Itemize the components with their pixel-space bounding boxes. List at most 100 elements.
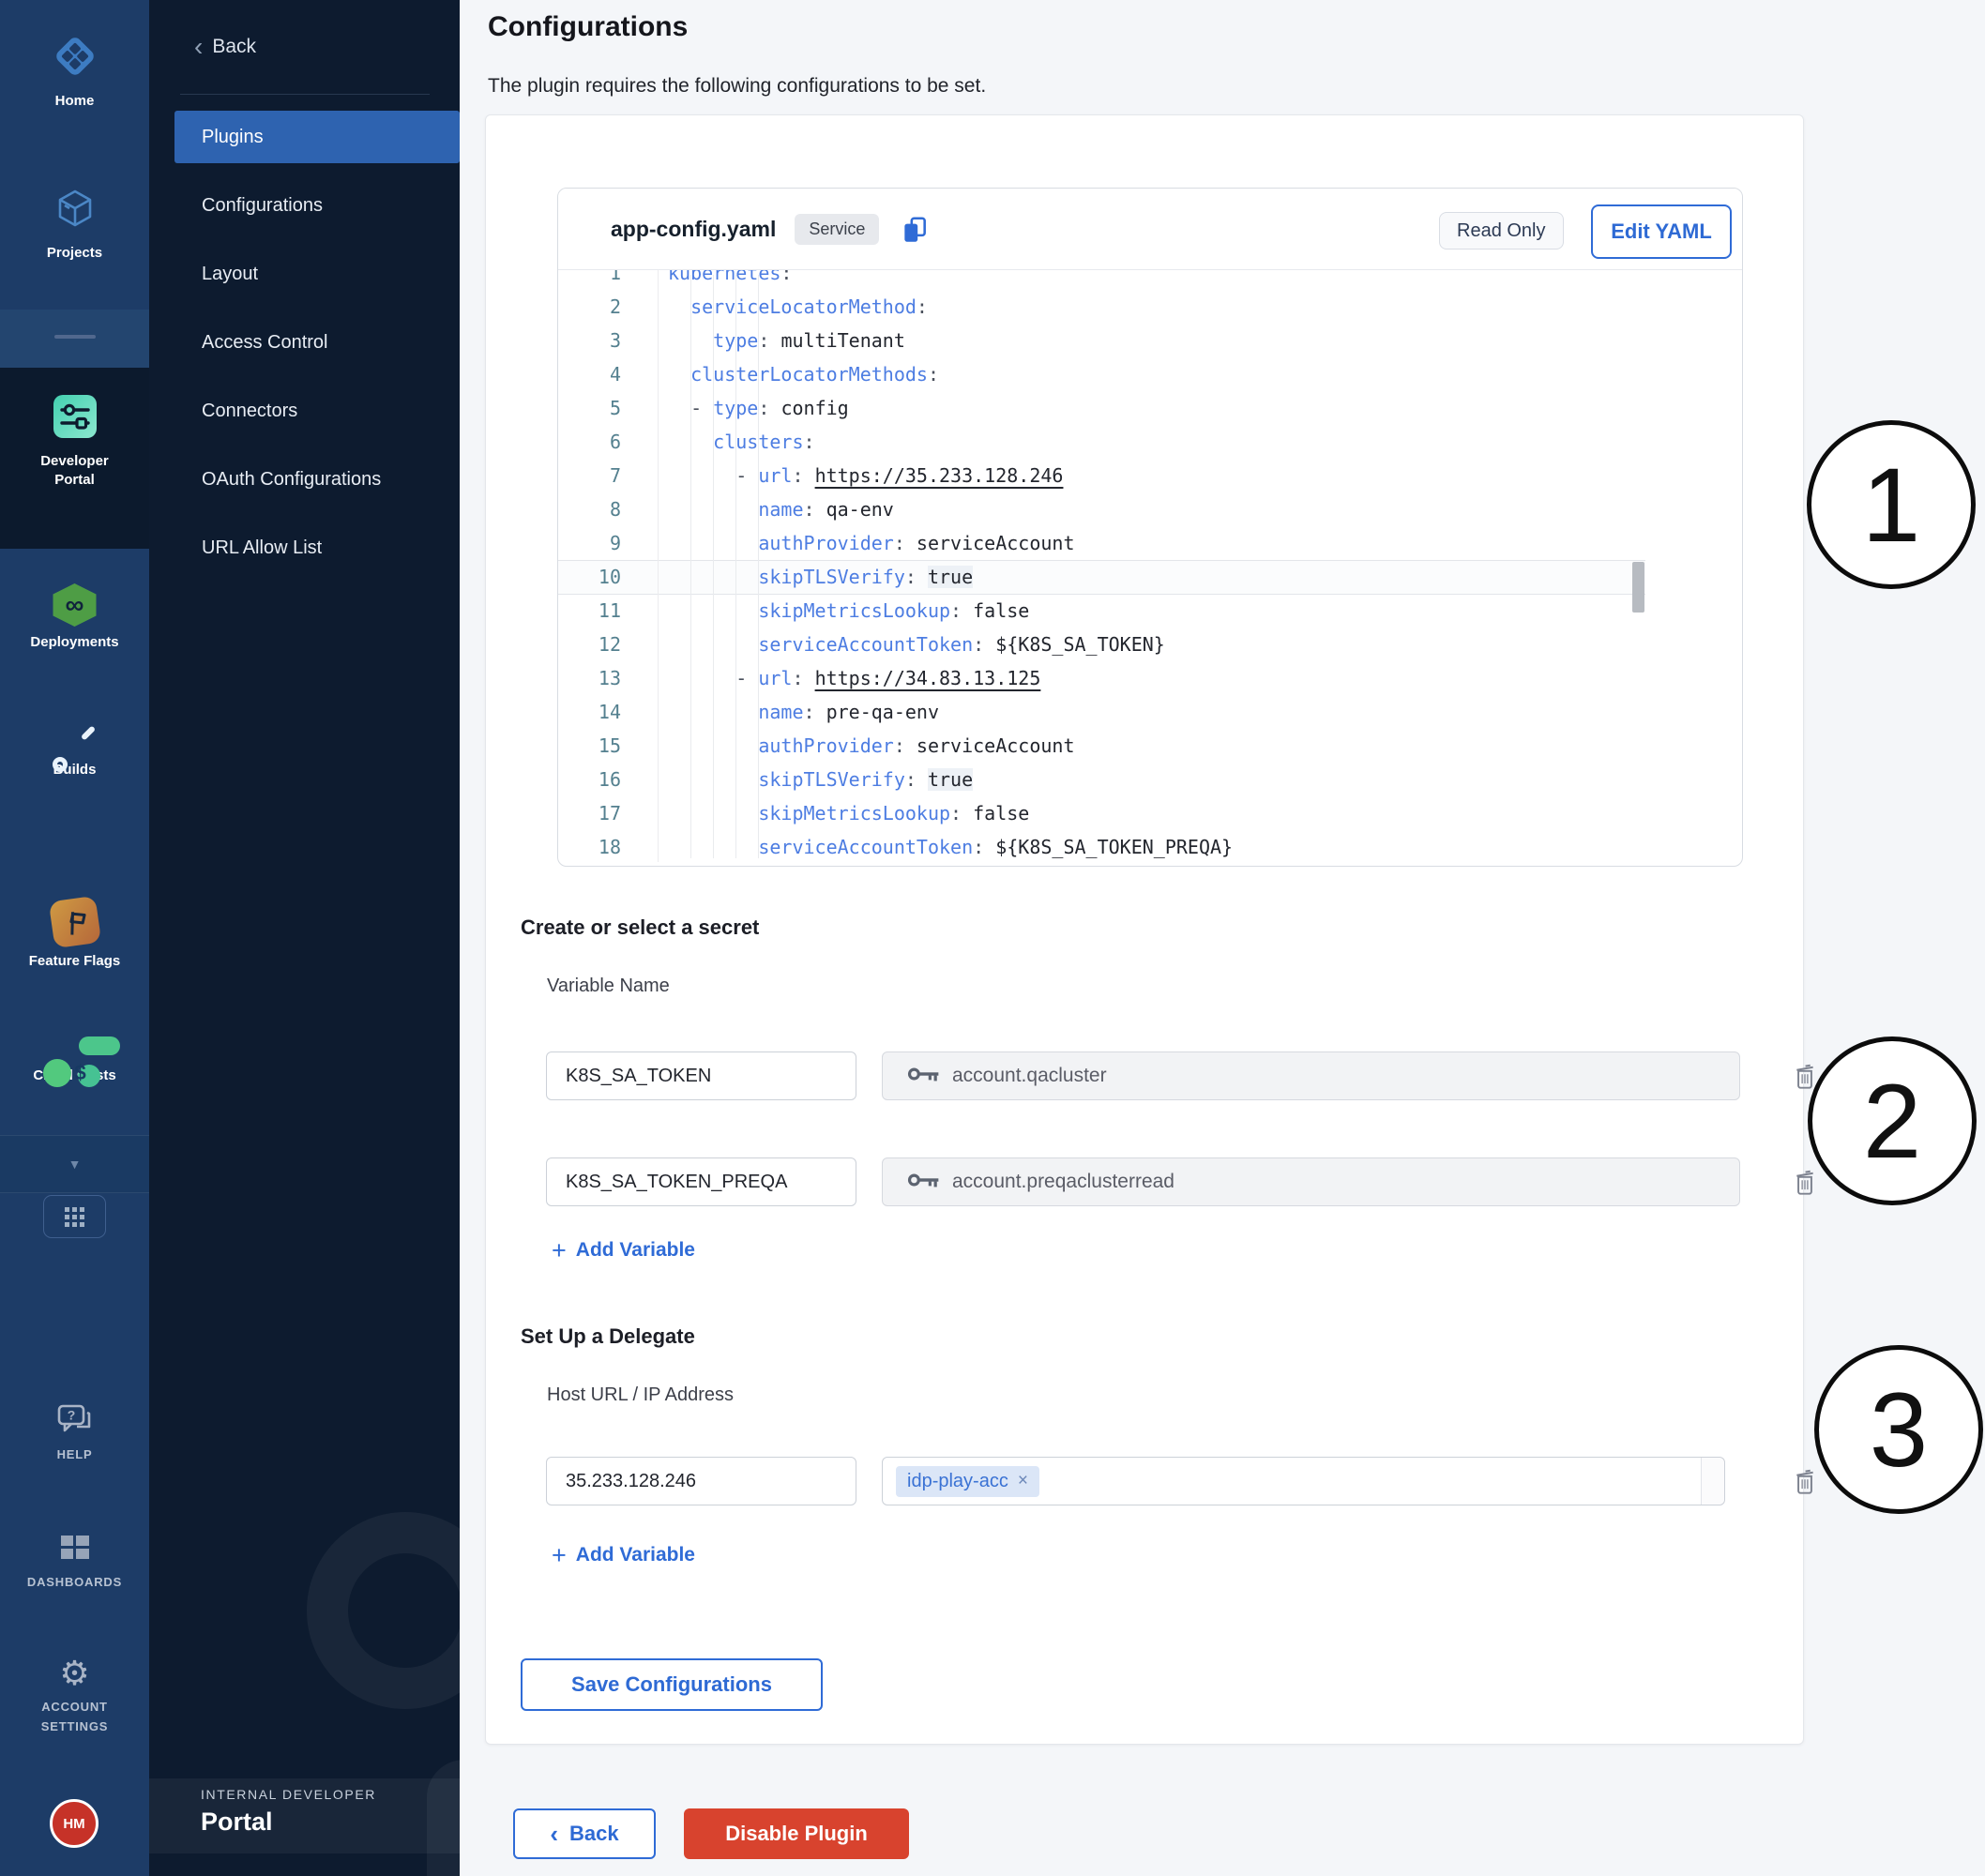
back-label: Back xyxy=(212,36,256,58)
module-grid-button[interactable] xyxy=(43,1195,106,1238)
module-label: HELP xyxy=(0,1445,149,1463)
sidebar-divider-dash xyxy=(54,335,96,339)
user-avatar[interactable]: HM xyxy=(50,1799,98,1848)
read-only-badge: Read Only xyxy=(1439,212,1564,250)
code-line-2: 2 serviceLocatorMethod: xyxy=(558,290,1742,324)
nav-item-connectors[interactable]: Connectors xyxy=(149,390,460,431)
code-line-10: 10 skipTLSVerify: true xyxy=(558,560,1742,594)
sidebar-item-developer-portal[interactable]: Developer Portal xyxy=(0,392,149,489)
grid-icon xyxy=(65,1207,84,1227)
plus-icon: + xyxy=(552,1238,567,1263)
nav-divider xyxy=(180,94,430,95)
chevron-left-icon: ‹ xyxy=(550,1820,558,1849)
edit-yaml-button[interactable]: Edit YAML xyxy=(1591,204,1732,259)
back-button[interactable]: ‹ Back xyxy=(513,1808,656,1859)
sidebar-item-builds[interactable]: Builds xyxy=(0,737,149,779)
code-line-9: 9 authProvider: serviceAccount xyxy=(558,526,1742,560)
page-title: Configurations xyxy=(488,11,688,43)
brand-title: Portal xyxy=(201,1808,376,1837)
key-icon xyxy=(907,1065,941,1088)
code-line-12: 12 serviceAccountToken: ${K8S_SA_TOKEN} xyxy=(558,628,1742,661)
nav-item-configurations[interactable]: Configurations xyxy=(149,185,460,226)
secrets-heading: Create or select a secret xyxy=(521,915,759,940)
feature-flags-icon xyxy=(52,899,98,946)
nav-item-layout[interactable]: Layout xyxy=(149,253,460,295)
brand-eyebrow: INTERNAL DEVELOPER xyxy=(201,1787,376,1802)
variable-name-label: Variable Name xyxy=(547,976,670,997)
tag-field-end-segment xyxy=(1701,1458,1724,1505)
code-line-16: 16 skipTLSVerify: true xyxy=(558,763,1742,796)
annotation-circle-1: 1 xyxy=(1807,420,1976,589)
nav-item-access-control[interactable]: Access Control xyxy=(149,322,460,363)
secret-value: account.qacluster xyxy=(952,1065,1107,1087)
sidebar-item-feature-flags[interactable]: Feature Flags xyxy=(0,899,149,970)
secret-select[interactable]: account.qacluster xyxy=(882,1051,1740,1100)
sidebar-item-home[interactable]: Home xyxy=(0,32,149,110)
code-line-18: 18 serviceAccountToken: ${K8S_SA_TOKEN_P… xyxy=(558,830,1742,864)
nav-back-link[interactable]: ‹ Back xyxy=(194,28,256,66)
code-line-7: 7 - url: https://35.233.128.246 xyxy=(558,459,1742,492)
module-label: Feature Flags xyxy=(0,952,149,970)
sidebar-item-dashboards[interactable]: DASHBOARDS xyxy=(0,1533,149,1591)
module-label: Builds xyxy=(0,761,149,779)
variable-name-input[interactable] xyxy=(546,1157,856,1206)
variable-name-input[interactable] xyxy=(546,1051,856,1100)
yaml-filename: app-config.yaml xyxy=(611,217,776,242)
copy-icon[interactable] xyxy=(902,215,928,245)
delegate-tag-field[interactable]: idp-play-acc × xyxy=(882,1457,1725,1505)
secret-select[interactable]: account.preqaclusterread xyxy=(882,1157,1740,1206)
remove-tag-icon[interactable]: × xyxy=(1018,1471,1028,1491)
nav-item-url-allow-list[interactable]: URL Allow List xyxy=(149,527,460,568)
sidebar-section-divider xyxy=(0,310,149,368)
code-line-8: 8 name: qa-env xyxy=(558,492,1742,526)
code-line-15: 15 authProvider: serviceAccount xyxy=(558,729,1742,763)
save-configurations-button[interactable]: Save Configurations xyxy=(521,1658,823,1711)
nav-item-plugins[interactable]: Plugins xyxy=(174,111,460,163)
module-label: DASHBOARDS xyxy=(0,1573,149,1591)
code-line-17: 17 skipMetricsLookup: false xyxy=(558,796,1742,830)
sidebar-item-deployments[interactable]: ∞ Deployments xyxy=(0,583,149,651)
avatar-initials: HM xyxy=(63,1816,84,1832)
decorative-circle xyxy=(307,1512,460,1709)
add-delegate-link[interactable]: + Add Variable xyxy=(552,1543,695,1567)
module-label: Developer xyxy=(0,452,149,470)
sidebar-item-projects[interactable]: Projects xyxy=(0,184,149,262)
sidebar-item-help[interactable]: ? HELP xyxy=(0,1403,149,1463)
code-line-11: 11 skipMetricsLookup: false xyxy=(558,594,1742,628)
host-url-input[interactable] xyxy=(546,1457,856,1505)
dashboards-icon xyxy=(58,1533,92,1567)
annotation-circle-3: 3 xyxy=(1814,1345,1983,1514)
delete-variable-button[interactable] xyxy=(1792,1168,1818,1201)
help-chat-icon: ? xyxy=(56,1403,94,1440)
delegate-tag-chip: idp-play-acc × xyxy=(896,1466,1039,1497)
disable-plugin-button[interactable]: Disable Plugin xyxy=(684,1808,909,1859)
add-variable-link[interactable]: + Add Variable xyxy=(552,1238,695,1263)
delete-delegate-button[interactable] xyxy=(1792,1467,1818,1500)
sidebar-item-cloud-costs[interactable]: $ Cloud Costs xyxy=(0,1043,149,1084)
service-badge: Service xyxy=(795,214,879,245)
sidebar-item-account-settings[interactable]: ⚙ ACCOUNT SETTINGS xyxy=(0,1655,149,1735)
plugin-nav-sidebar: ‹ Back Plugins Configurations Layout Acc… xyxy=(149,0,460,1876)
code-line-6: 6 clusters: xyxy=(558,425,1742,459)
module-sidebar: Home Projects xyxy=(0,0,149,1876)
home-icon xyxy=(51,32,99,85)
module-label: ACCOUNT xyxy=(0,1698,149,1716)
gear-icon: ⚙ xyxy=(59,1655,89,1692)
nav-item-oauth-configurations[interactable]: OAuth Configurations xyxy=(149,459,460,500)
annotation-circle-2: 2 xyxy=(1808,1036,1977,1205)
module-label: Projects xyxy=(0,244,149,262)
code-line-3: 3 type: multiTenant xyxy=(558,324,1742,357)
gutter-divider xyxy=(658,270,659,862)
page-subtitle: The plugin requires the following config… xyxy=(488,75,986,98)
code-line-4: 4 clusterLocatorMethods: xyxy=(558,357,1742,391)
chevron-left-icon: ‹ xyxy=(194,30,203,64)
portal-brand: INTERNAL DEVELOPER Portal xyxy=(201,1787,376,1837)
module-label: Home xyxy=(0,92,149,110)
developer-portal-icon xyxy=(51,392,99,446)
editor-scrollbar-thumb[interactable] xyxy=(1632,562,1644,613)
module-label-line2: SETTINGS xyxy=(0,1717,149,1735)
module-label: Deployments xyxy=(0,633,149,651)
sidebar-collapse-chevron[interactable]: ▼ xyxy=(0,1135,149,1193)
yaml-header: app-config.yaml Service Read Only Edit Y… xyxy=(558,189,1742,270)
host-url-label: Host URL / IP Address xyxy=(547,1384,734,1406)
